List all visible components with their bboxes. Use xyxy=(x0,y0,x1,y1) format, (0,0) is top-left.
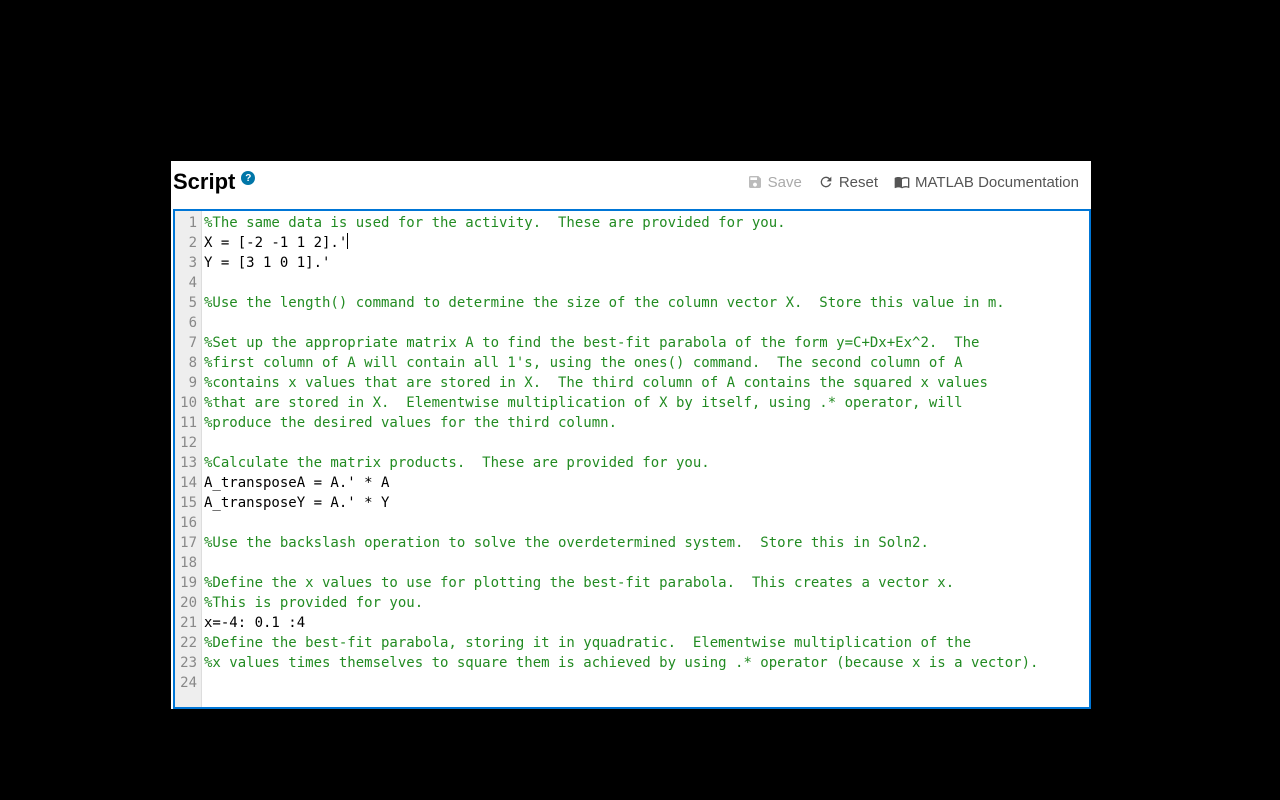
line-number: 6 xyxy=(177,313,197,333)
code-line[interactable]: %produce the desired values for the thir… xyxy=(204,413,1089,433)
line-number: 12 xyxy=(177,433,197,453)
code-line[interactable]: x=-4: 0.1 :4 xyxy=(204,613,1089,633)
save-icon xyxy=(747,174,763,190)
code-line[interactable]: %The same data is used for the activity.… xyxy=(204,213,1089,233)
line-number: 14 xyxy=(177,473,197,493)
line-number: 23 xyxy=(177,653,197,673)
save-label: Save xyxy=(768,174,802,191)
line-number: 17 xyxy=(177,533,197,553)
code-line[interactable]: %Define the x values to use for plotting… xyxy=(204,573,1089,593)
code-line[interactable] xyxy=(204,513,1089,533)
line-number: 21 xyxy=(177,613,197,633)
line-number: 18 xyxy=(177,553,197,573)
panel-actions: Save Reset MATLAB Documentation xyxy=(747,174,1079,191)
docs-button[interactable]: MATLAB Documentation xyxy=(894,174,1079,191)
code-line[interactable]: A_transposeA = A.' * A xyxy=(204,473,1089,493)
code-line[interactable]: %Calculate the matrix products. These ar… xyxy=(204,453,1089,473)
reset-icon xyxy=(818,174,834,190)
code-line[interactable]: %x values times themselves to square the… xyxy=(204,653,1089,673)
reset-button[interactable]: Reset xyxy=(818,174,878,191)
line-number: 15 xyxy=(177,493,197,513)
text-cursor xyxy=(347,233,348,249)
line-number: 16 xyxy=(177,513,197,533)
code-line[interactable]: %Set up the appropriate matrix A to find… xyxy=(204,333,1089,353)
code-line[interactable] xyxy=(204,313,1089,333)
code-area[interactable]: %The same data is used for the activity.… xyxy=(202,211,1089,707)
line-number: 8 xyxy=(177,353,197,373)
title-group: Script ? xyxy=(173,169,255,195)
code-line[interactable]: %Use the backslash operation to solve th… xyxy=(204,533,1089,553)
code-line[interactable]: %Define the best-fit parabola, storing i… xyxy=(204,633,1089,653)
code-line[interactable]: %contains x values that are stored in X.… xyxy=(204,373,1089,393)
code-line[interactable]: %Use the length() command to determine t… xyxy=(204,293,1089,313)
line-gutter: 123456789101112131415161718192021222324 xyxy=(175,211,202,707)
line-number: 5 xyxy=(177,293,197,313)
reset-label: Reset xyxy=(839,174,878,191)
code-editor[interactable]: 123456789101112131415161718192021222324 … xyxy=(173,209,1091,709)
line-number: 22 xyxy=(177,633,197,653)
code-line[interactable]: %first column of A will contain all 1's,… xyxy=(204,353,1089,373)
save-button[interactable]: Save xyxy=(747,174,802,191)
code-line[interactable]: %that are stored in X. Elementwise multi… xyxy=(204,393,1089,413)
help-icon[interactable]: ? xyxy=(241,171,255,185)
code-line[interactable]: Y = [3 1 0 1].' xyxy=(204,253,1089,273)
panel-title: Script xyxy=(173,169,235,195)
line-number: 4 xyxy=(177,273,197,293)
line-number: 2 xyxy=(177,233,197,253)
line-number: 19 xyxy=(177,573,197,593)
code-line[interactable] xyxy=(204,673,1089,693)
code-line[interactable] xyxy=(204,273,1089,293)
code-line[interactable]: A_transposeY = A.' * Y xyxy=(204,493,1089,513)
code-line[interactable]: X = [-2 -1 1 2].' xyxy=(204,233,1089,253)
code-line[interactable] xyxy=(204,433,1089,453)
panel-header: Script ? Save Reset MATLAB Documentati xyxy=(171,161,1091,209)
line-number: 7 xyxy=(177,333,197,353)
line-number: 10 xyxy=(177,393,197,413)
script-panel: Script ? Save Reset MATLAB Documentati xyxy=(171,161,1091,709)
line-number: 3 xyxy=(177,253,197,273)
code-line[interactable]: %This is provided for you. xyxy=(204,593,1089,613)
code-line[interactable] xyxy=(204,553,1089,573)
line-number: 1 xyxy=(177,213,197,233)
line-number: 13 xyxy=(177,453,197,473)
line-number: 11 xyxy=(177,413,197,433)
line-number: 9 xyxy=(177,373,197,393)
docs-label: MATLAB Documentation xyxy=(915,174,1079,191)
line-number: 20 xyxy=(177,593,197,613)
book-icon xyxy=(894,174,910,190)
line-number: 24 xyxy=(177,673,197,693)
